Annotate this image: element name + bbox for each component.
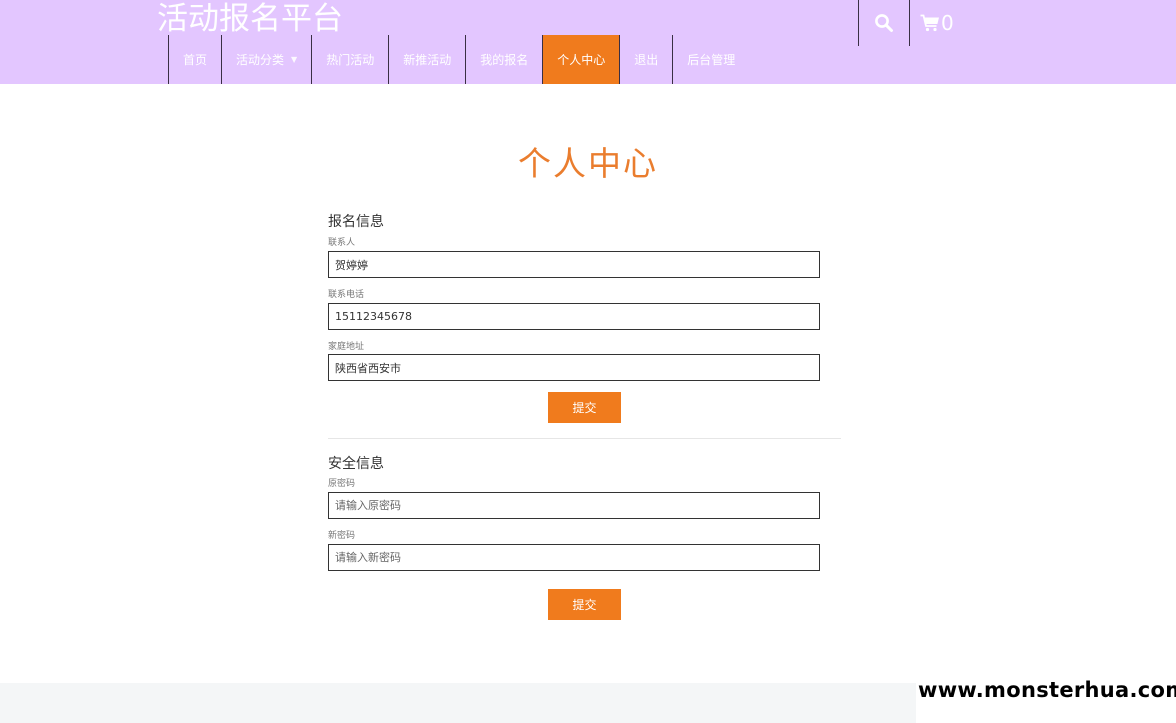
nav-item-home[interactable]: 首页 [168, 35, 221, 84]
search-button[interactable] [858, 0, 909, 46]
nav-item-label: 新推活动 [403, 53, 452, 67]
watermark-text: www.monsterhua.com [918, 678, 1176, 702]
nav-item-label: 退出 [634, 53, 659, 67]
nav-item-label: 热门活动 [326, 53, 375, 67]
site-brand[interactable]: 活动报名平台 [157, 0, 343, 38]
cart-icon [920, 14, 939, 32]
cart-button[interactable]: 0 [909, 0, 969, 46]
nav-item-my-signups[interactable]: 我的报名 [465, 35, 542, 84]
nav-item-label: 我的报名 [480, 53, 529, 67]
nav-item-label: 个人中心 [557, 53, 606, 67]
old-password-field[interactable] [328, 492, 820, 519]
nav-item-admin[interactable]: 后台管理 [672, 35, 749, 84]
header-tools: 0 [858, 0, 969, 46]
contact-field[interactable] [328, 251, 820, 278]
nav-item-label: 首页 [183, 53, 208, 67]
new-password-field[interactable] [328, 544, 820, 571]
signup-submit-button[interactable]: 提交 [548, 392, 621, 423]
signup-info-title: 报名信息 [328, 214, 384, 230]
security-info-title: 安全信息 [328, 456, 384, 472]
old-password-label: 原密码 [328, 479, 356, 489]
security-submit-button[interactable]: 提交 [548, 589, 621, 620]
nav-item-logout[interactable]: 退出 [619, 35, 672, 84]
nav-item-hot[interactable]: 热门活动 [311, 35, 388, 84]
nav-item-label: 活动分类 [236, 53, 285, 67]
new-password-label: 新密码 [328, 531, 356, 541]
footer-strip [0, 683, 916, 723]
search-icon [875, 14, 893, 32]
caret-down-icon: ▼ [291, 55, 298, 64]
nav-item-new[interactable]: 新推活动 [388, 35, 465, 84]
nav-item-profile[interactable]: 个人中心 [542, 35, 620, 84]
nav-item-category[interactable]: 活动分类 ▼ [221, 35, 311, 84]
nav-item-label: 后台管理 [687, 53, 736, 67]
page-title: 个人中心 [518, 144, 658, 183]
contact-label: 联系人 [328, 238, 356, 248]
address-field[interactable] [328, 354, 820, 381]
cart-count: 0 [941, 11, 954, 35]
phone-label: 联系电话 [328, 290, 365, 300]
phone-field[interactable] [328, 303, 820, 330]
address-label: 家庭地址 [328, 342, 365, 352]
top-header: 活动报名平台 首页 活动分类 ▼ 热门活动 新推活动 我的报名 个人中心 退出 … [0, 0, 1176, 84]
main-nav: 首页 活动分类 ▼ 热门活动 新推活动 我的报名 个人中心 退出 后台管理 [168, 35, 749, 84]
section-divider [328, 438, 841, 439]
